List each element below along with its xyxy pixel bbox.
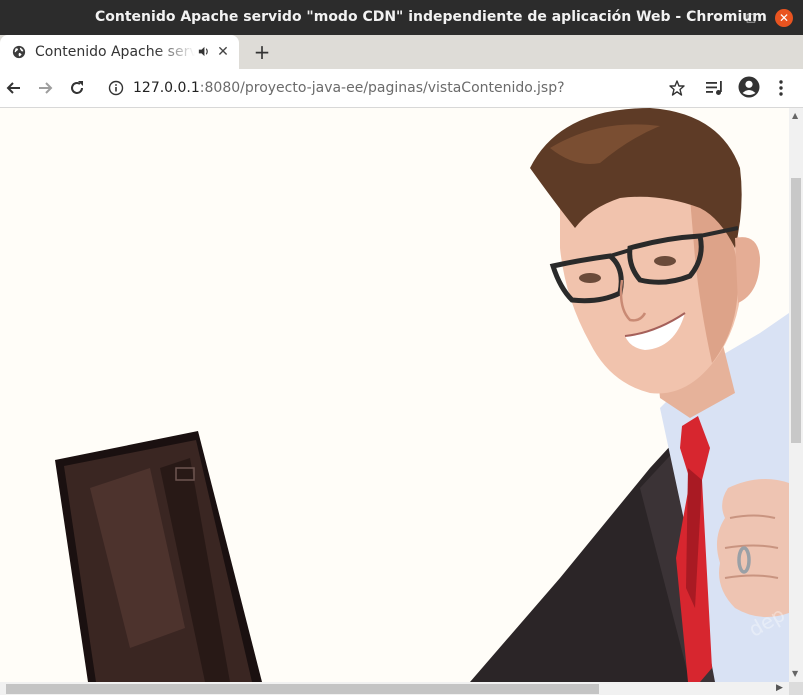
forward-button[interactable] <box>35 78 55 98</box>
info-icon[interactable] <box>108 80 124 96</box>
tab-title: Contenido Apache servido "modo CDN" inde… <box>35 44 195 60</box>
browser-toolbar: 127.0.0.1:8080/proyecto-java-ee/paginas/… <box>0 69 803 108</box>
url-host: 127.0.0.1 <box>133 80 200 96</box>
window-title: Contenido Apache servido "modo CDN" inde… <box>95 9 767 25</box>
close-window-button[interactable]: ✕ <box>775 9 793 27</box>
more-vert-icon[interactable] <box>772 78 790 98</box>
scroll-right-arrow-icon[interactable]: ▶ <box>776 683 783 693</box>
scrollbar-corner <box>789 682 803 695</box>
page-content: dep <box>0 108 789 682</box>
tab-active[interactable]: Contenido Apache servido "modo CDN" inde… <box>0 35 239 70</box>
scroll-up-arrow-icon[interactable]: ▲ <box>792 111 798 120</box>
globe-icon <box>12 45 26 59</box>
url-path: :8080/proyecto-java-ee/paginas/vistaCont… <box>199 80 565 96</box>
new-tab-button[interactable]: + <box>251 41 273 63</box>
minimize-button[interactable]: – <box>709 9 727 27</box>
address-bar[interactable]: 127.0.0.1:8080/proyecto-java-ee/paginas/… <box>100 73 670 103</box>
account-icon[interactable] <box>738 76 760 98</box>
url-text[interactable]: 127.0.0.1:8080/proyecto-java-ee/paginas/… <box>133 73 565 103</box>
media-control-icon[interactable] <box>705 79 725 97</box>
horizontal-scrollbar[interactable]: ▶ <box>0 682 789 695</box>
businessman-photo: dep <box>55 108 789 682</box>
maximize-button[interactable]: □ <box>742 9 760 27</box>
vertical-scroll-thumb[interactable] <box>791 178 801 443</box>
window-titlebar: Contenido Apache servido "modo CDN" inde… <box>0 0 803 35</box>
tab-close-icon[interactable]: ✕ <box>214 43 232 61</box>
horizontal-scroll-thumb[interactable] <box>6 684 599 694</box>
tab-strip: Contenido Apache servido "modo CDN" inde… <box>0 35 803 70</box>
scroll-down-arrow-icon[interactable]: ▼ <box>792 669 798 678</box>
back-button[interactable] <box>4 78 24 98</box>
reload-button[interactable] <box>67 78 87 98</box>
vertical-scrollbar[interactable]: ▲ ▼ <box>789 108 803 682</box>
star-icon[interactable] <box>668 79 686 97</box>
speaker-icon[interactable] <box>197 45 210 58</box>
